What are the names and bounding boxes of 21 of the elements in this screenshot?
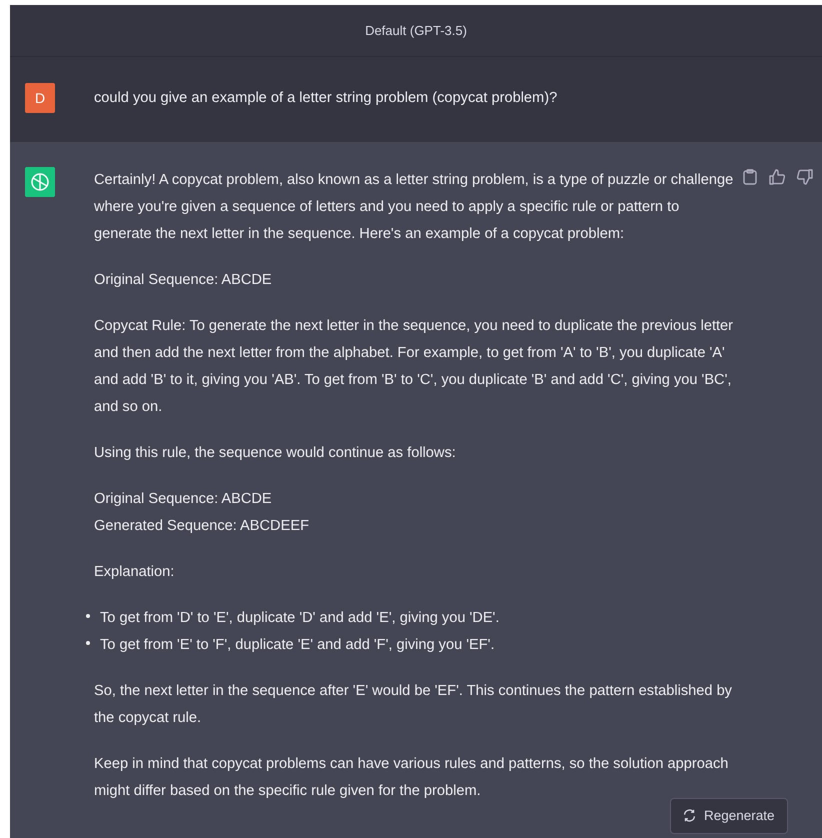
response-paragraph: Explanation: [94, 563, 176, 582]
thumbs-up-icon[interactable] [769, 169, 785, 185]
copy-icon[interactable] [743, 169, 757, 185]
response-paragraph: Copycat Rule: To generate the next letter in the sequence, you need to duplicate the previous letter and then add the next letter from the alphabet. For example, to get from 'A' to 'B', you duplicate 'A' and add 'B' to it, giving you 'AB'. To get from 'B' to 'C', you duplicate 'B' and add 'C', giving you 'BC', and so on. [94, 317, 734, 417]
assistant-logo-icon [25, 167, 55, 197]
refresh-icon [683, 809, 696, 822]
thumbs-down-icon[interactable] [797, 169, 813, 185]
response-paragraph: So, the next letter in the sequence after 'E' would be 'EF'. This continues the pattern established by the copycat rule. [94, 682, 733, 728]
response-paragraph: Original Sequence: ABCDE [94, 490, 273, 509]
response-paragraph: Generated Sequence: ABCDEEF [94, 517, 310, 536]
bullet-icon [86, 614, 90, 618]
bullet-text: To get from 'D' to 'E', duplicate 'D' and add 'E', giving you 'DE'. [100, 609, 500, 628]
bullet-text: To get from 'E' to 'F', duplicate 'E' and add 'F', giving you 'EF'. [100, 636, 495, 655]
model-title: Default (GPT-3.5) [365, 22, 467, 40]
bullet-icon [86, 641, 90, 645]
regenerate-button[interactable]: Regenerate [670, 798, 788, 834]
user-avatar: D [25, 83, 55, 113]
response-paragraph: Using this rule, the sequence would continue as follows: [94, 444, 457, 463]
user-message: could you give an example of a letter string problem (copycat problem)? [94, 89, 558, 108]
response-paragraph: Certainly! A copycat problem, also known as a letter string problem, is a type of puzzle or challenge where you're given a sequence of letters and you need to apply a specific rule or pattern to generate the next letter in the sequence. Here's an example of a copycat problem: [94, 171, 734, 244]
response-paragraph: Original Sequence: ABCDE [94, 271, 273, 290]
